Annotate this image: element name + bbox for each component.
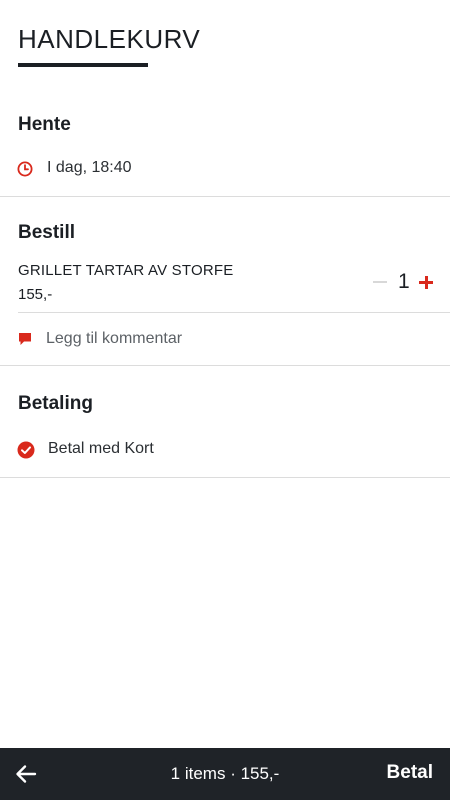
payment-heading: Betaling [18,393,93,414]
bottom-bar: 1 items · 155,- Betal [0,748,450,800]
pay-button[interactable]: Betal [387,762,433,784]
decrease-quantity-button[interactable] [371,272,389,292]
payment-method-label: Betal med Kort [48,440,154,457]
clock-icon [17,161,33,177]
section-divider [0,477,450,478]
section-divider [0,196,450,197]
item-divider [18,312,450,313]
order-heading: Bestill [18,222,76,243]
item-quantity: 1 [398,270,410,293]
pickup-heading: Hente [18,114,71,135]
section-divider [0,365,450,366]
item-price: 155,- [18,286,53,303]
check-circle-icon [17,441,35,459]
title-underline [18,63,148,67]
comment-icon [19,333,31,345]
increase-quantity-button[interactable] [417,272,435,292]
cart-summary: 1 items · 155,- [170,764,280,783]
item-name: GRILLET TARTAR AV STORFE [18,262,234,279]
add-comment-label: Legg til kommentar [46,330,183,347]
pickup-time-label: I dag, 18:40 [47,159,132,176]
page-title: HANDLEKURV [18,24,201,54]
